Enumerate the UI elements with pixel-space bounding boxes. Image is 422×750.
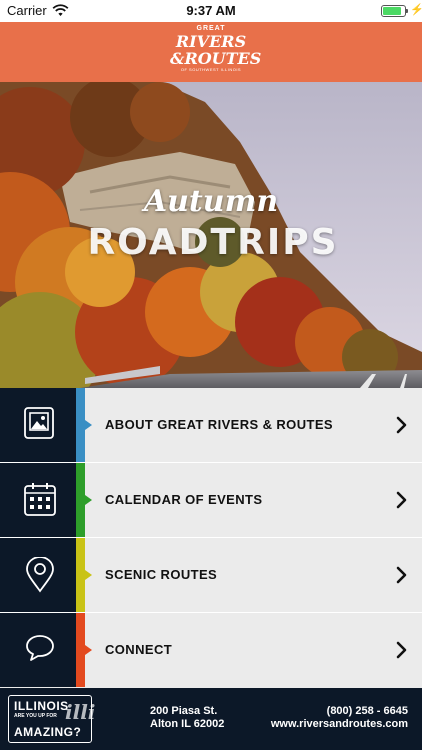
menu-accent-stripe [76,538,85,612]
clock: 9:37 AM [186,3,236,18]
menu-accent-stripe [76,463,85,537]
map-pin-icon [26,557,54,593]
menu-item-scenic-routes[interactable]: SCENIC ROUTES [0,538,422,613]
battery-tip [406,9,408,13]
charging-icon: ⚡ [410,4,422,16]
battery-icon [381,5,406,17]
phone-link[interactable]: (800) 258 - 6645 [271,705,408,718]
chevron-right-icon [396,416,407,434]
photo-icon [24,407,54,439]
main-menu: ABOUT GREAT RIVERS & ROUTES CALENDAR OF … [0,388,422,688]
badge-title: ILLINOIS [14,699,69,713]
menu-item-about[interactable]: ABOUT GREAT RIVERS & ROUTES [0,388,422,463]
chevron-right-icon [396,641,407,659]
hero-script-title: Autumn [143,184,279,219]
address-line-2: Alton IL 62002 [150,718,225,730]
menu-accent-stripe [76,613,85,687]
menu-accent-notch [85,645,92,655]
menu-icon-tile [0,388,76,462]
menu-icon-tile [0,463,76,537]
menu-item-connect[interactable]: CONNECT [0,613,422,688]
contact-block: (800) 258 - 6645 www.riversandroutes.com [271,705,408,731]
menu-accent-notch [85,495,92,505]
menu-item-label: CONNECT [105,642,173,657]
menu-item-label: SCENIC ROUTES [105,567,218,582]
great-rivers-routes-logo[interactable]: GREAT RIVERS &ROUTES OF SOUTHWEST ILLINO… [170,25,262,79]
address-line-1: 200 Piasa St. [150,705,218,717]
menu-accent-notch [85,420,92,430]
menu-item-label: ABOUT GREAT RIVERS & ROUTES [105,417,333,432]
menu-item-label: CALENDAR OF EVENTS [105,492,263,507]
menu-item-calendar[interactable]: CALENDAR OF EVENTS [0,463,422,538]
status-bar: Carrier 9:37 AM ⚡ [0,0,422,22]
menu-icon-tile [0,538,76,612]
hero-banner[interactable]: Autumn ROADTRIPS [0,82,422,388]
calendar-icon [24,483,56,516]
menu-accent-stripe [76,388,85,462]
badge-subtitle: ARE YOU UP FOR [14,713,57,719]
chevron-right-icon [396,491,407,509]
menu-icon-tile [0,613,76,687]
menu-accent-notch [85,570,92,580]
illinois-badge-logo[interactable]: illi ILLINOIS ARE YOU UP FOR AMAZING? [8,695,96,743]
website-link[interactable]: www.riversandroutes.com [271,718,408,731]
battery-level [383,7,401,15]
footer-bar: illi ILLINOIS ARE YOU UP FOR AMAZING? 20… [0,688,422,750]
chat-bubble-icon [26,635,54,661]
address-block: 200 Piasa St. Alton IL 62002 [150,705,224,731]
logo-line1: RIVERS [175,32,247,51]
app-header: GREAT RIVERS &ROUTES OF SOUTHWEST ILLINO… [0,22,422,82]
hero-block-title: ROADTRIPS [87,222,339,263]
badge-big-text: AMAZING? [14,725,82,739]
chevron-right-icon [396,566,407,584]
logo-tagline: OF SOUTHWEST ILLINOIS [180,67,242,72]
badge-script-text: illi [65,700,96,724]
logo-line2: &ROUTES [170,49,262,68]
